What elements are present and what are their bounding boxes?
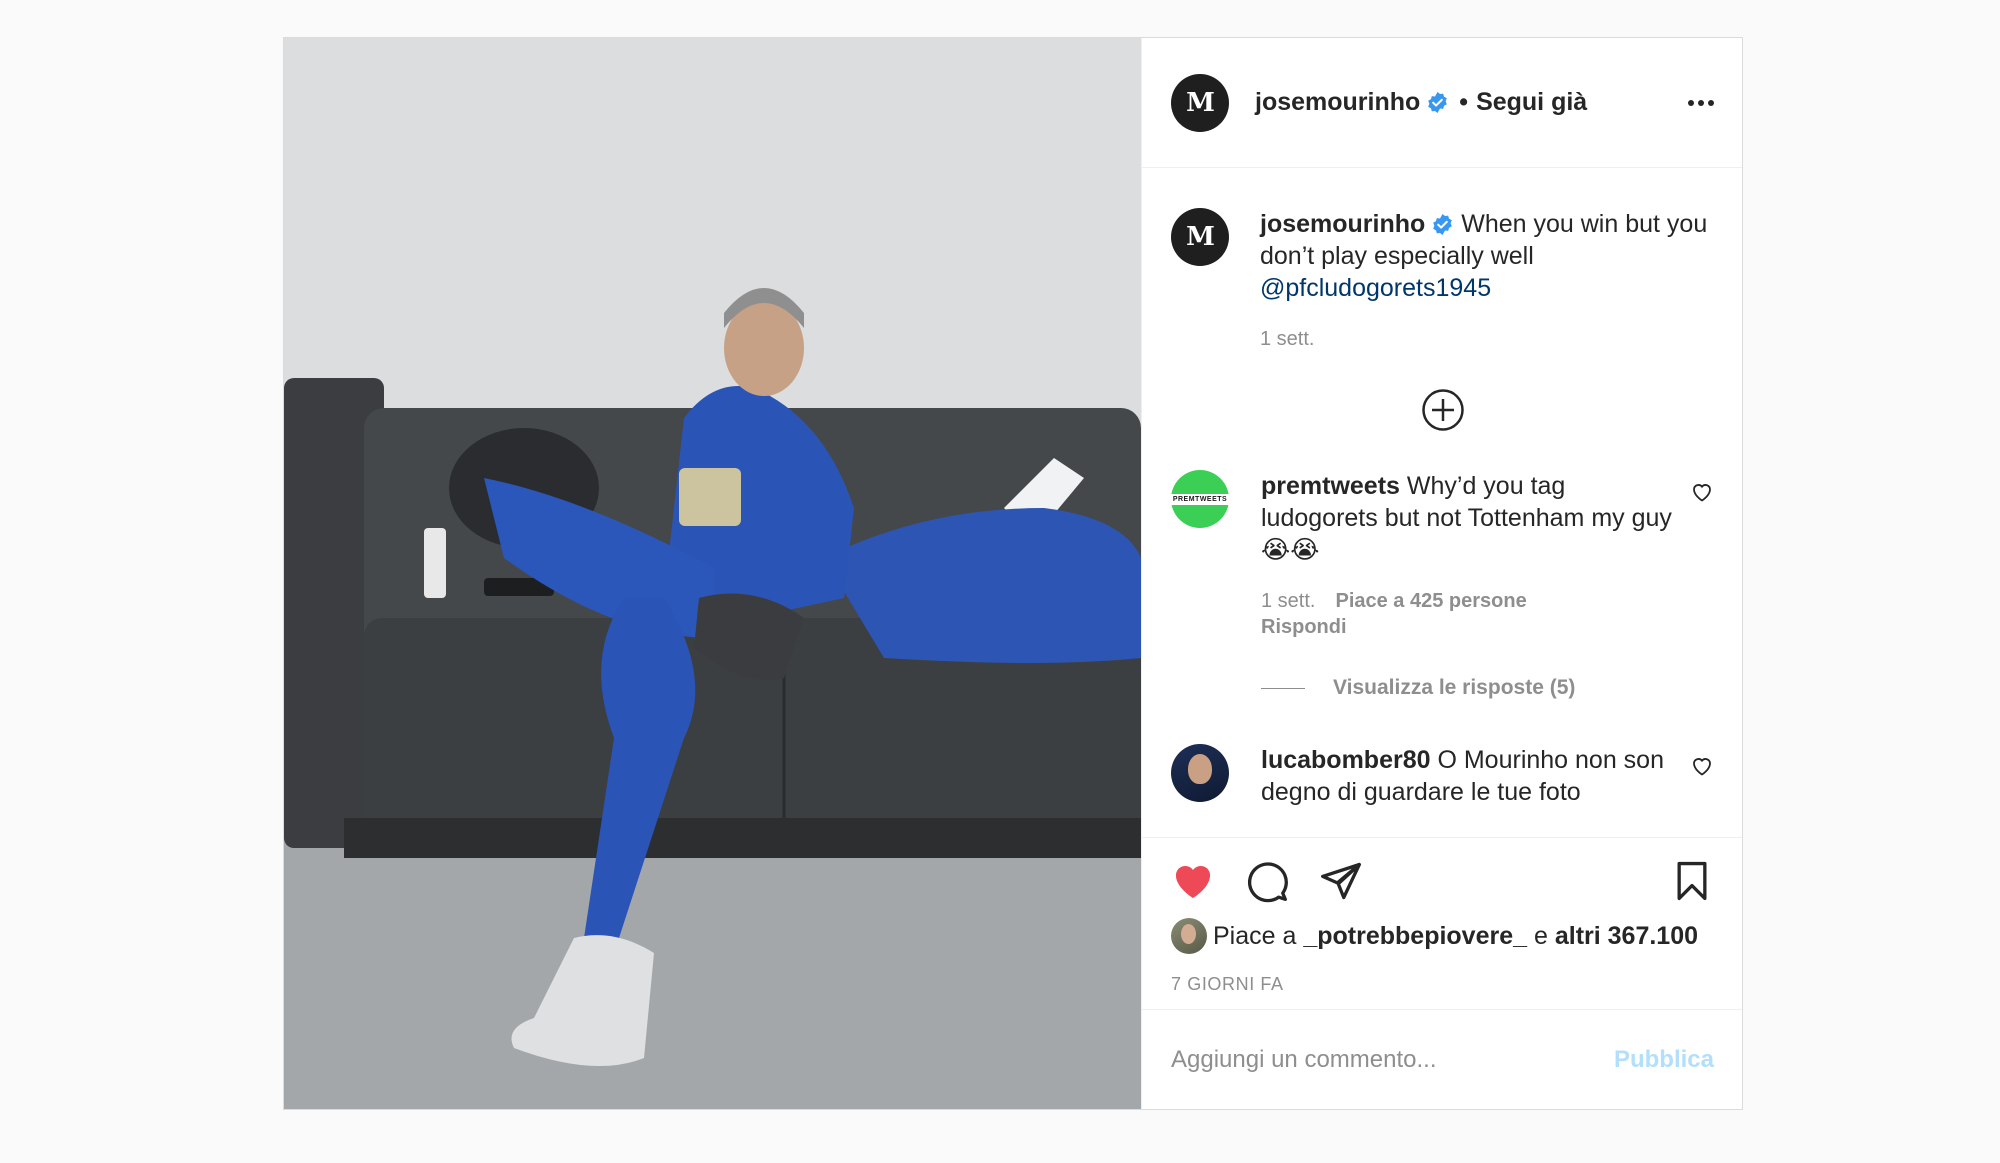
liker-username[interactable]: _potrebbepiovere_ bbox=[1303, 922, 1527, 951]
comment-icon[interactable] bbox=[1245, 859, 1289, 903]
comment-username[interactable]: premtweets bbox=[1261, 472, 1400, 500]
comment-username[interactable]: lucabomber80 bbox=[1261, 746, 1431, 774]
share-icon[interactable] bbox=[1319, 859, 1363, 903]
caption-time[interactable]: 1 sett. bbox=[1260, 328, 1314, 350]
post-sidebar: M josemourinho • Segui già M josemourinh… bbox=[1141, 38, 1742, 1109]
plus-circle-icon[interactable] bbox=[1421, 388, 1465, 432]
comment-body: lucabomber80 O Mourinho non son degno di… bbox=[1261, 744, 1714, 808]
view-replies-line bbox=[1261, 687, 1305, 689]
post-actions: Piace a _potrebbepiovere_ e altri 367.10… bbox=[1142, 837, 1742, 1009]
add-comment-bar: Pubblica bbox=[1142, 1009, 1742, 1109]
author-avatar-logo: M bbox=[1186, 87, 1215, 118]
post-timestamp[interactable]: 7 GIORNI FA bbox=[1171, 974, 1714, 995]
caption-avatar-logo: M bbox=[1186, 222, 1215, 252]
verified-badge-icon bbox=[1428, 91, 1448, 114]
view-replies-label: Visualizza le risposte (5) bbox=[1333, 676, 1576, 699]
caption-meta: 1 sett. bbox=[1260, 326, 1714, 352]
caption-mention-link[interactable]: @pfcludogorets1945 bbox=[1260, 274, 1491, 302]
following-button[interactable]: Segui già bbox=[1476, 88, 1587, 117]
comment-item: PREMTWEETS premtweets Why’d you tag ludo… bbox=[1169, 470, 1714, 640]
caption-avatar[interactable]: M bbox=[1171, 208, 1229, 266]
view-replies-button[interactable]: Visualizza le risposte (5) bbox=[1261, 676, 1714, 700]
reply-button[interactable]: Rispondi bbox=[1261, 614, 1674, 640]
comment-body: premtweets Why’d you tag ludogorets but … bbox=[1261, 470, 1714, 640]
likes-summary: Piace a _potrebbepiovere_ e altri 367.10… bbox=[1171, 918, 1714, 954]
comment-like-heart-icon[interactable] bbox=[1690, 480, 1714, 504]
comment-time[interactable]: 1 sett. bbox=[1261, 590, 1315, 612]
liked-heart-icon[interactable] bbox=[1171, 859, 1215, 903]
comment-item: lucabomber80 O Mourinho non son degno di… bbox=[1171, 744, 1714, 808]
comments-section[interactable]: M josemourinho When you win but you don’… bbox=[1142, 168, 1742, 837]
caption: M josemourinho When you win but you don’… bbox=[1171, 208, 1714, 352]
load-more-comments[interactable] bbox=[1171, 388, 1714, 432]
commenter-avatar-logo: PREMTWEETS bbox=[1169, 493, 1231, 505]
bookmark-icon[interactable] bbox=[1670, 859, 1714, 903]
caption-body: josemourinho When you win but you don’t … bbox=[1260, 208, 1714, 352]
post-header: M josemourinho • Segui già bbox=[1142, 38, 1742, 168]
instagram-post: M josemourinho • Segui già M josemourinh… bbox=[283, 37, 1743, 1110]
post-photo[interactable] bbox=[284, 38, 1141, 1109]
post-photo-image bbox=[284, 38, 1141, 1109]
comment-likes-count[interactable]: Piace a 425 persone bbox=[1335, 590, 1526, 612]
more-options-icon[interactable] bbox=[1688, 90, 1714, 116]
author-avatar[interactable]: M bbox=[1171, 73, 1229, 132]
author-username[interactable]: josemourinho bbox=[1255, 88, 1420, 117]
caption-verified-badge-icon bbox=[1433, 213, 1453, 236]
caption-username[interactable]: josemourinho bbox=[1260, 210, 1425, 238]
comment-like-heart-icon[interactable] bbox=[1690, 754, 1714, 778]
comment-input[interactable] bbox=[1171, 1045, 1614, 1074]
action-icons-row bbox=[1171, 856, 1714, 906]
commenter-avatar[interactable] bbox=[1171, 744, 1229, 802]
likes-others-link[interactable]: altri 367.100 bbox=[1555, 922, 1698, 951]
comment-meta: 1 sett. Piace a 425 persone Rispondi bbox=[1261, 588, 1674, 640]
liker-avatar[interactable] bbox=[1171, 918, 1207, 954]
likes-prefix: Piace a bbox=[1213, 921, 1297, 950]
publish-button[interactable]: Pubblica bbox=[1614, 1046, 1714, 1074]
likes-middle: e bbox=[1533, 921, 1548, 950]
commenter-avatar[interactable]: PREMTWEETS bbox=[1169, 470, 1231, 528]
header-separator: • bbox=[1459, 88, 1469, 116]
